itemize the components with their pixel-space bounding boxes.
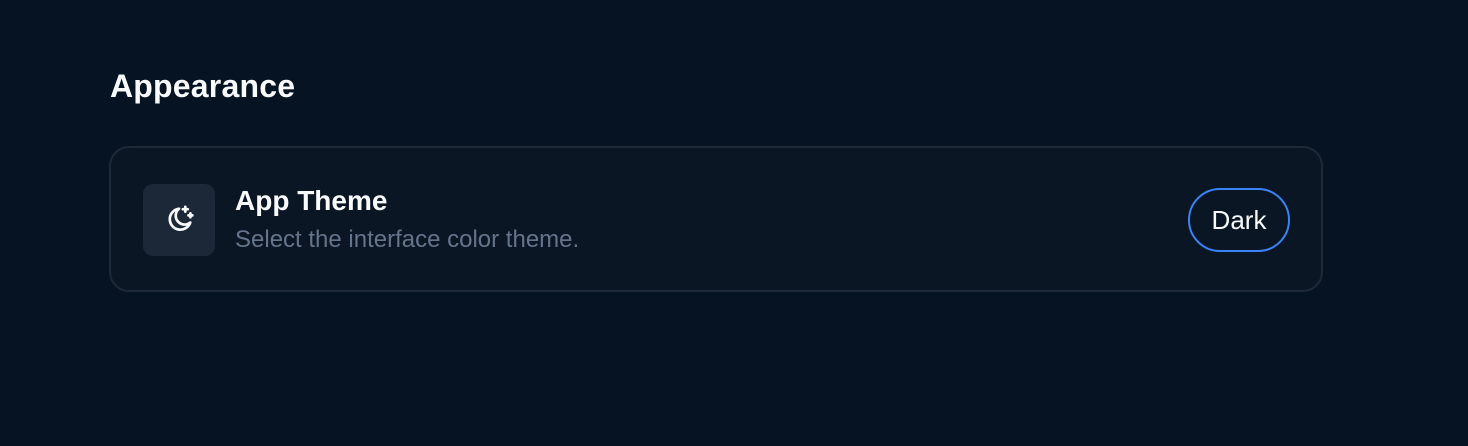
setting-description: Select the interface color theme. [235, 226, 580, 253]
icon-tile [143, 184, 215, 256]
theme-select-button[interactable]: Dark [1188, 188, 1290, 252]
moon-stars-icon [168, 205, 194, 232]
app-theme-setting-card: App Theme Select the interface color the… [109, 146, 1323, 292]
setting-title: App Theme [235, 185, 388, 216]
section-title: Appearance [110, 68, 296, 104]
